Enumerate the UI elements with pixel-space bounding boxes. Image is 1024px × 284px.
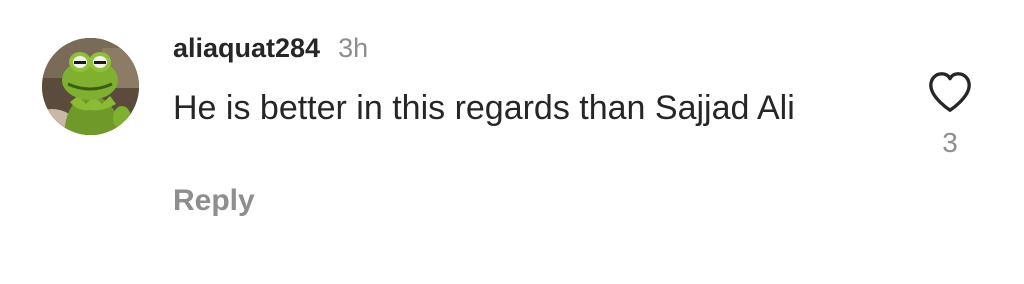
like-count: 3 bbox=[942, 127, 958, 158]
comment-header: aliaquat284 3h bbox=[173, 33, 368, 73]
timestamp: 3h bbox=[338, 33, 369, 63]
reply-button[interactable]: Reply bbox=[173, 184, 255, 218]
heart-icon[interactable] bbox=[927, 70, 973, 114]
comment: aliaquat284 3h He is better in this rega… bbox=[0, 0, 1024, 284]
like-area: 3 bbox=[922, 70, 978, 166]
avatar[interactable] bbox=[42, 38, 139, 135]
comment-text: He is better in this regards than Sajjad… bbox=[173, 89, 795, 127]
avatar-image bbox=[42, 38, 139, 135]
username-link[interactable]: aliaquat284 bbox=[173, 33, 320, 64]
